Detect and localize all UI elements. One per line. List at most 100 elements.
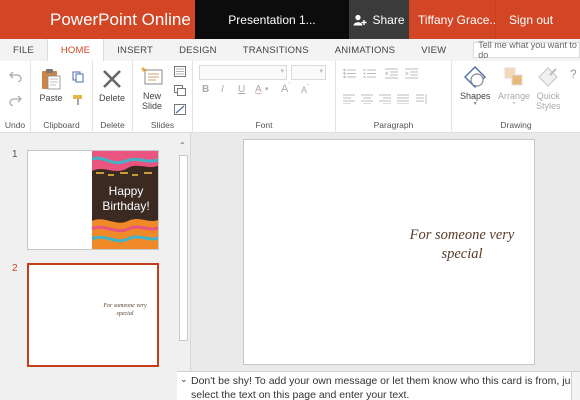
tab-transitions[interactable]: TRANSITIONS <box>230 39 322 61</box>
ribbon-tabs: FILE HOME INSERT DESIGN TRANSITIONS ANIM… <box>0 38 580 62</box>
new-slide-label-1: New <box>142 91 161 101</box>
shapes-label: Shapes <box>460 91 491 101</box>
quick-styles-label-1: Quick <box>536 91 560 101</box>
slide-number-2: 2 <box>12 263 18 274</box>
slides-group-label: Slides <box>150 120 175 130</box>
clipboard-group-label: Clipboard <box>43 120 80 130</box>
help-icon[interactable]: ? <box>570 67 577 81</box>
undo-group-label: Undo <box>4 120 26 130</box>
slide-thumbnail-pane: 1 Happy Birthday! 2 For someone very spe… <box>0 133 190 371</box>
undo-icon[interactable] <box>9 71 22 82</box>
user-name[interactable]: Tiffany Grace... <box>409 0 495 39</box>
delete-group-label: Delete <box>100 120 125 130</box>
quick-styles-icon <box>538 67 559 87</box>
slide-number-1: 1 <box>12 149 18 160</box>
delete-group: Delete Delete <box>93 61 133 133</box>
new-slide-button[interactable]: New Slide <box>140 65 164 111</box>
redo-icon[interactable] <box>9 95 22 106</box>
hide-slide-icon[interactable] <box>174 104 186 115</box>
sign-out-link[interactable]: Sign out <box>495 0 580 39</box>
bold-icon[interactable]: B <box>202 84 209 95</box>
thumbnail-scroll-thumb[interactable] <box>179 155 188 341</box>
shapes-icon <box>464 66 487 88</box>
font-size-dropdown-icon: ▾ <box>319 68 323 75</box>
clipboard-group: Paste Clipboard <box>31 61 93 133</box>
shrink-font-icon[interactable]: Aˇ <box>301 85 309 95</box>
align-center-icon[interactable] <box>361 94 373 104</box>
notes-pane[interactable]: Don't be shy! To add your own message or… <box>177 371 580 400</box>
paragraph-group: Paragraph <box>336 61 452 133</box>
delete-button[interactable]: Delete <box>99 67 125 103</box>
drawing-group: Shapes ▾ Arrange ▾ Quick Styles ? Drawin… <box>452 61 580 133</box>
paste-clipboard-icon <box>42 69 61 90</box>
duplicate-slide-icon[interactable] <box>174 85 186 96</box>
document-title[interactable]: Presentation 1... <box>195 0 349 39</box>
thumb-2-text-1: For someone very <box>103 303 147 309</box>
share-label: Share <box>372 12 405 27</box>
slide-thumbnail-1[interactable]: Happy Birthday! <box>27 150 159 250</box>
tab-file[interactable]: FILE <box>0 39 47 61</box>
notes-text: Don't be shy! To add your own message or… <box>191 375 579 400</box>
share-button[interactable]: Share <box>349 0 409 39</box>
decrease-indent-icon[interactable] <box>385 68 398 79</box>
font-size-select[interactable]: ▾ <box>291 65 326 80</box>
paragraph-group-label: Paragraph <box>373 120 414 130</box>
increase-indent-icon[interactable] <box>405 68 418 79</box>
delete-x-icon <box>103 70 121 88</box>
app-brand[interactable]: PowerPoint Online <box>0 0 195 39</box>
tell-me-placeholder: Tell me what you want to do <box>478 40 577 60</box>
layout-icon[interactable] <box>174 66 186 77</box>
undo-group: Undo <box>0 61 31 133</box>
align-left-icon[interactable] <box>343 94 355 104</box>
slides-group: New Slide Slides <box>133 61 193 133</box>
copy-icon[interactable] <box>72 71 84 83</box>
thumbnail-scrollbar[interactable]: ⌃ <box>178 141 189 369</box>
format-painter-icon[interactable] <box>72 94 84 106</box>
share-user-icon <box>353 14 367 25</box>
slide-editor: For someone very special <box>190 133 580 371</box>
align-right-icon[interactable] <box>379 94 391 104</box>
slide-thumbnail-2[interactable]: For someone very special <box>27 263 159 367</box>
quick-styles-button[interactable]: Quick Styles <box>536 65 561 111</box>
drawing-group-label: Drawing <box>500 120 532 130</box>
font-color-icon[interactable]: A <box>255 84 262 95</box>
italic-icon[interactable]: I <box>221 84 224 95</box>
shapes-button[interactable]: Shapes ▾ <box>460 65 491 107</box>
paste-label: Paste <box>39 93 63 103</box>
tab-view[interactable]: VIEW <box>408 39 459 61</box>
ribbon: Undo Paste Clipboard Delete Delete New S… <box>0 61 580 133</box>
bullets-icon[interactable] <box>343 68 356 79</box>
text-direction-icon[interactable] <box>416 94 428 104</box>
grow-font-icon[interactable]: Aˆ <box>281 83 290 95</box>
font-name-dropdown-icon: ▾ <box>280 68 284 75</box>
arrange-icon <box>504 67 523 86</box>
arrange-dropdown-icon: ▾ <box>512 101 516 107</box>
font-color-dropdown-icon[interactable]: ▾ <box>265 85 269 93</box>
tab-home[interactable]: HOME <box>46 38 105 62</box>
numbering-icon[interactable] <box>363 68 376 79</box>
shapes-dropdown-icon: ▾ <box>473 101 477 107</box>
arrange-button[interactable]: Arrange ▾ <box>498 65 530 107</box>
thumbnail-pane-footer <box>0 371 177 400</box>
tell-me-input[interactable]: Tell me what you want to do 💡︎ <box>473 40 580 60</box>
slide-text-line-2: special <box>441 246 483 262</box>
delete-label: Delete <box>99 93 126 103</box>
tab-animations[interactable]: ANIMATIONS <box>322 39 408 61</box>
current-slide[interactable]: For someone very special <box>243 139 535 365</box>
paste-button[interactable]: Paste <box>39 67 63 103</box>
font-name-select[interactable]: ▾ <box>199 65 287 80</box>
tab-design[interactable]: DESIGN <box>166 39 230 61</box>
slide-text-line-1: For someone very <box>409 227 515 243</box>
font-group: ▾ ▾ B I U A ▾ Aˆ Aˇ Font <box>193 61 336 133</box>
slide-text-box[interactable]: For someone very special <box>404 226 520 264</box>
thumb-1-title-1: Happy <box>108 184 144 198</box>
thumb-2-text-2: special <box>116 311 134 317</box>
notes-scrollbar[interactable] <box>571 372 580 400</box>
underline-icon[interactable]: U <box>238 84 245 95</box>
thumb-1-title-2: Birthday! <box>102 199 150 213</box>
justify-icon[interactable] <box>397 94 409 104</box>
title-bar: PowerPoint Online Presentation 1... Shar… <box>0 0 580 39</box>
tab-insert[interactable]: INSERT <box>104 39 166 61</box>
scroll-up-icon[interactable]: ⌃ <box>179 141 186 150</box>
notes-collapse-icon[interactable]: ⌄ <box>180 374 188 385</box>
